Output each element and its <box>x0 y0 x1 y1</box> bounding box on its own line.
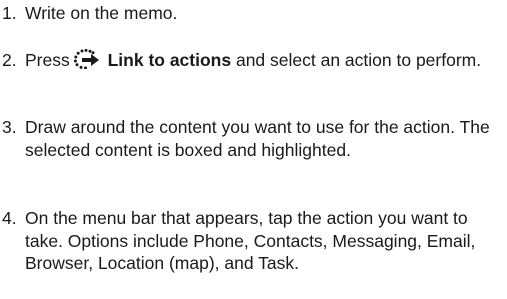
step-suffix: and select an action to perform. <box>235 50 482 70</box>
step-text: On the menu bar that appears, tap the ac… <box>25 208 476 273</box>
step-4: 4. On the menu bar that appears, tap the… <box>0 207 507 275</box>
link-to-actions-icon <box>73 48 101 70</box>
step-prefix: Press <box>25 50 70 70</box>
step-number: 1. <box>2 3 17 23</box>
link-to-actions-label: Link to actions <box>107 50 232 70</box>
step-number: 3. <box>2 117 17 137</box>
step-number: 2. <box>2 50 17 70</box>
step-number: 4. <box>2 208 17 228</box>
step-text: Draw around the content you want to use … <box>25 117 490 160</box>
step-3: 3. Draw around the content you want to u… <box>0 116 507 161</box>
step-text: Write on the memo. <box>25 3 178 23</box>
step-2: 2. Press Link to actions and select an a… <box>0 48 507 72</box>
step-1: 1. Write on the memo. <box>0 2 507 25</box>
